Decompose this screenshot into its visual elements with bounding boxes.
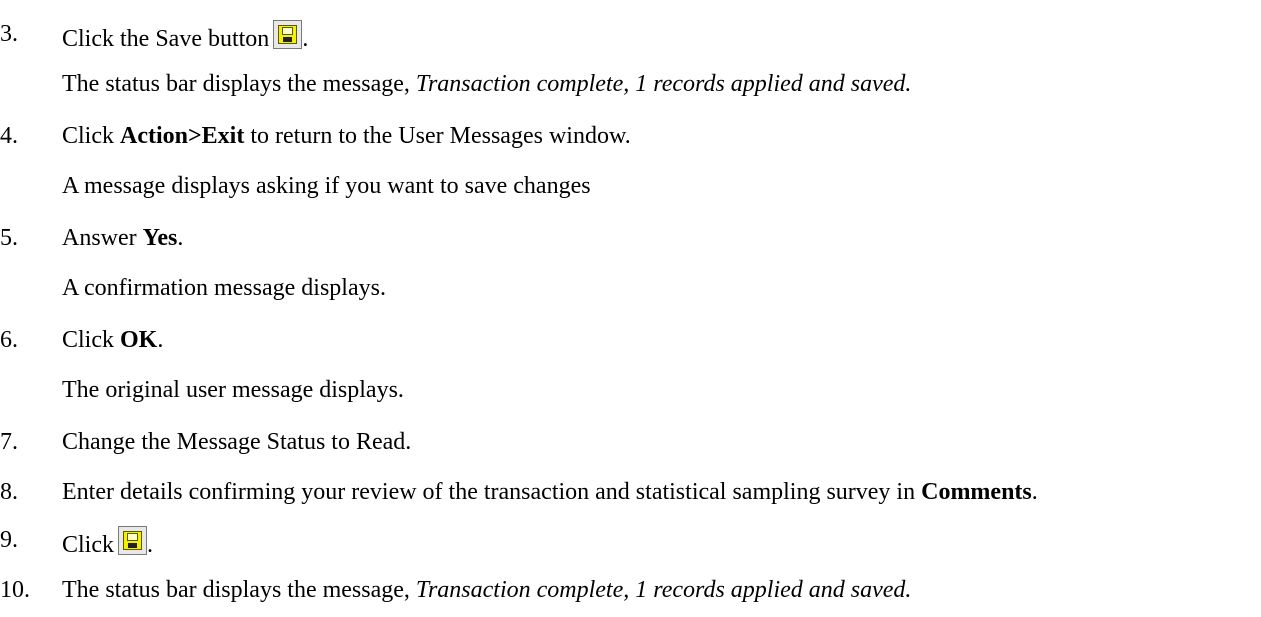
save-icon: [273, 20, 303, 49]
step-3-note: The status bar displays the message, Tra…: [62, 70, 911, 98]
comments-label: Comments: [921, 479, 1032, 505]
step-number: 7.: [0, 429, 18, 455]
answer-label: Yes: [142, 225, 178, 251]
step-5-note: A confirmation message displays.: [62, 275, 386, 301]
save-icon: [118, 526, 147, 555]
step-text-pre: Click the Save button: [62, 26, 270, 52]
step-number: 9.: [0, 527, 18, 553]
step-6-note: The original user message displays.: [62, 377, 404, 403]
step-number: 3.: [0, 21, 18, 47]
step-number: 4.: [0, 123, 18, 149]
menu-path: Action>Exit: [120, 123, 245, 149]
step-number: 5.: [0, 225, 18, 251]
step-text: Change the Message Status to Read.: [62, 429, 412, 455]
step-text-post: .: [302, 26, 309, 52]
step-text: Click.: [62, 526, 153, 559]
step-number: 8.: [0, 479, 18, 505]
step-4-note: A message displays asking if you want to…: [62, 173, 591, 199]
status-message: Transaction complete, 1 records applied …: [415, 577, 912, 603]
step-number: 6.: [0, 327, 18, 353]
note-pre: The status bar displays the message,: [62, 71, 416, 97]
status-message: Transaction complete, 1 records applied …: [415, 71, 912, 97]
step-text: Click Action>Exit to return to the User …: [62, 123, 631, 149]
step-number: 10.: [0, 577, 30, 603]
step-text: Enter details confirming your review of …: [62, 479, 1038, 505]
step-text: Answer Yes.: [62, 225, 184, 251]
step-text: Click the Save button.: [62, 20, 308, 53]
step-text: The status bar displays the message, Tra…: [62, 577, 912, 603]
step-text: Click OK.: [62, 327, 164, 353]
ok-label: OK: [120, 327, 158, 353]
